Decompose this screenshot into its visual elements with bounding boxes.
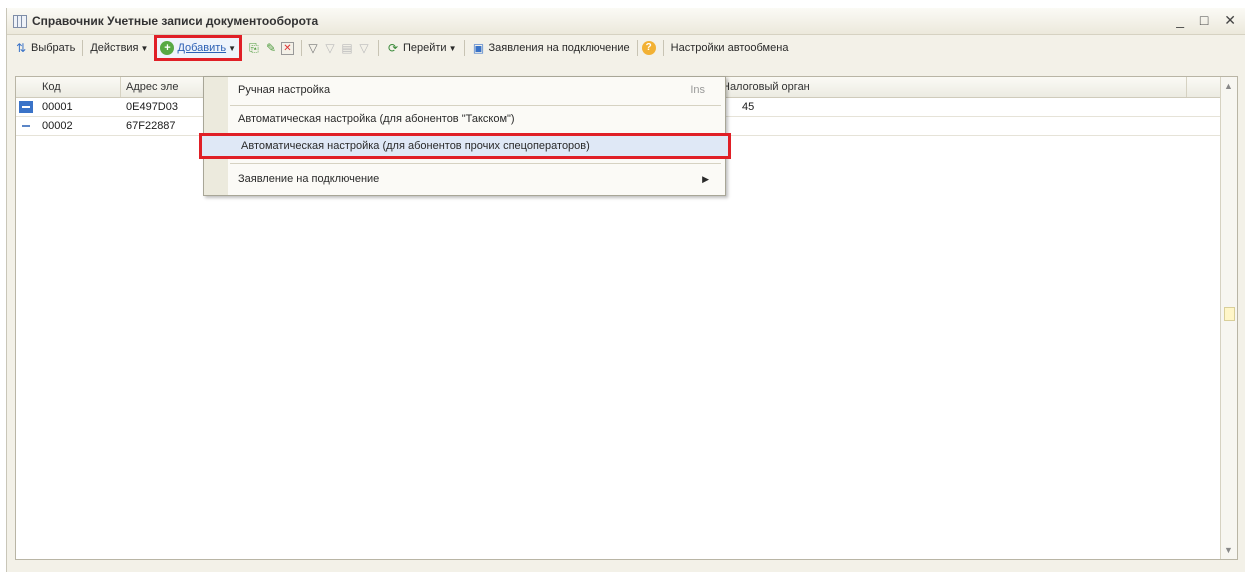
- actions-menu-button[interactable]: Действия ▼: [87, 38, 151, 58]
- menu-item-label: Заявление на подключение: [238, 173, 380, 185]
- close-button[interactable]: ✕: [1224, 12, 1242, 29]
- toolbar-divider: [463, 40, 465, 56]
- dropdown-arrow-icon: ▼: [228, 43, 236, 53]
- plus-icon: +: [160, 41, 175, 55]
- menu-item-auto-setup-taxcom[interactable]: Автоматическая настройка (для абонентов …: [230, 107, 717, 131]
- delete-mark-icon[interactable]: ✕: [280, 41, 294, 55]
- column-divider: [1186, 77, 1187, 97]
- window-controls: _ □ ✕: [1176, 12, 1242, 29]
- scroll-up-icon[interactable]: ▲: [1224, 81, 1233, 91]
- filter-list-icon[interactable]: ▤: [340, 41, 354, 55]
- cell-code: 00001: [42, 101, 73, 113]
- filter-icon[interactable]: ▽: [306, 41, 320, 55]
- navigate-menu-button[interactable]: ⟳ Перейти ▼: [383, 38, 460, 58]
- column-header-code[interactable]: Код: [42, 81, 61, 93]
- filter-clear-icon[interactable]: ▽: [323, 41, 337, 55]
- dropdown-arrow-icon: ▼: [140, 43, 149, 53]
- filter-history-icon[interactable]: ▽: [357, 41, 371, 55]
- applications-label: Заявления на подключение: [488, 42, 630, 54]
- copy-icon[interactable]: ⎘: [247, 41, 261, 55]
- menu-item-auto-setup-other-operators[interactable]: Автоматическая настройка (для абонентов …: [199, 133, 731, 159]
- vertical-scrollbar[interactable]: ▲ ▼: [1220, 77, 1237, 559]
- menu-item-connection-application[interactable]: Заявление на подключение ▶: [230, 167, 717, 191]
- toolbar-divider: [82, 40, 84, 56]
- row-selected-marker-icon: [19, 101, 33, 113]
- toolbar-divider: [377, 40, 379, 56]
- navigate-label: Перейти: [402, 42, 447, 54]
- toolbar: ⇅ Выбрать Действия ▼ + Добавить ▼ ⎘ ✎ ✕ …: [7, 35, 1245, 61]
- select-button[interactable]: ⇅ Выбрать: [11, 38, 78, 58]
- select-icon: ⇅: [15, 41, 27, 55]
- menu-item-shortcut: Ins: [690, 84, 705, 96]
- menu-item-label: Автоматическая настройка (для абонентов …: [241, 140, 590, 152]
- refresh-arrows-icon: ⟳: [387, 41, 399, 55]
- cell-tax-authority: 45: [742, 101, 755, 113]
- autoexchange-settings-button[interactable]: Настройки автообмена: [668, 38, 792, 58]
- minimize-button[interactable]: _: [1176, 12, 1190, 28]
- catalog-table-icon: [13, 15, 27, 28]
- row-marker-icon: [19, 120, 33, 132]
- menu-item-label: Автоматическая настройка (для абонентов …: [238, 113, 515, 125]
- help-icon[interactable]: ?: [641, 41, 656, 55]
- column-divider: [120, 77, 121, 97]
- scroll-thumb[interactable]: [1224, 307, 1235, 321]
- toolbar-divider: [300, 40, 302, 56]
- menu-divider: [230, 163, 721, 164]
- select-label: Выбрать: [31, 42, 76, 54]
- autoexchange-label: Настройки автообмена: [670, 42, 789, 54]
- column-header-tax-authority[interactable]: Налоговый орган: [722, 81, 810, 93]
- menu-divider: [230, 105, 721, 106]
- add-label: Добавить: [177, 42, 227, 54]
- edit-pencil-icon[interactable]: ✎: [264, 41, 278, 55]
- title-bar: Справочник Учетные записи документооборо…: [7, 8, 1245, 35]
- cell-address: 67F22887: [126, 120, 176, 132]
- toolbar-divider: [636, 40, 638, 56]
- actions-label: Действия: [90, 42, 139, 54]
- maximize-button[interactable]: □: [1200, 12, 1214, 28]
- menu-item-manual-setup[interactable]: Ручная настройка Ins: [230, 78, 717, 102]
- window-title: Справочник Учетные записи документооборо…: [32, 14, 319, 28]
- submenu-arrow-icon: ▶: [702, 174, 709, 184]
- add-button[interactable]: + Добавить ▼: [154, 35, 242, 61]
- dropdown-arrow-icon: ▼: [448, 43, 457, 53]
- documents-icon: ▣: [472, 41, 485, 55]
- add-dropdown-menu: Ручная настройка Ins Автоматическая наст…: [199, 76, 731, 196]
- applications-button[interactable]: ▣ Заявления на подключение: [469, 38, 633, 58]
- scroll-down-icon[interactable]: ▼: [1224, 545, 1233, 555]
- cell-address: 0E497D03: [126, 101, 178, 113]
- cell-code: 00002: [42, 120, 73, 132]
- menu-item-label: Ручная настройка: [238, 84, 331, 96]
- toolbar-divider: [662, 40, 664, 56]
- column-header-address[interactable]: Адрес эле: [126, 81, 178, 93]
